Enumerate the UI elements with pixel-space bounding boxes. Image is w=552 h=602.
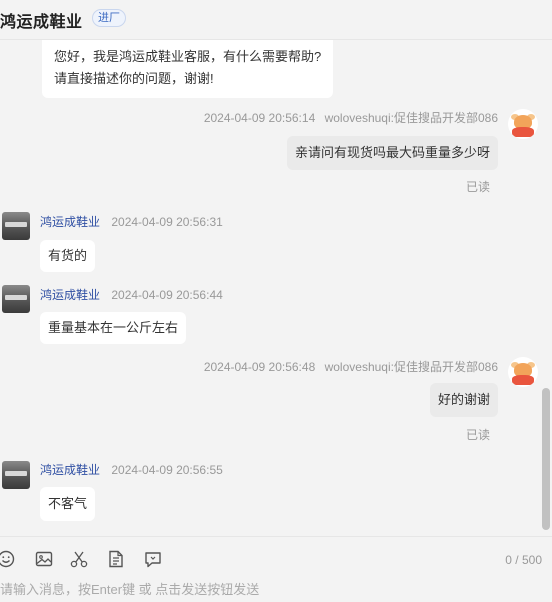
scrollbar-thumb[interactable] (542, 388, 550, 530)
char-counter: 0 / 500 (505, 553, 542, 567)
message-bubble-shop: 有货的 (40, 240, 96, 272)
message-sender: woloveshuqi:促佳搜品开发部086 (324, 360, 498, 374)
document-icon[interactable] (106, 549, 126, 569)
shop-avatar[interactable] (2, 212, 30, 240)
message-sender: woloveshuqi:促佳搜品开发部086 (324, 111, 498, 125)
message-list[interactable]: 您好，我是鸿运成鞋业客服，有什么需要帮助? 请直接描述你的问题，谢谢! 2024… (0, 40, 552, 535)
message-meta: 2024-04-09 20:56:14 woloveshuqi:促佳搜品开发部0… (204, 109, 498, 126)
message-input-area (0, 576, 552, 602)
message-meta: 鸿运成鞋业 2024-04-09 20:56:55 (40, 461, 223, 478)
message-timestamp: 2024-04-09 20:56:31 (111, 215, 223, 229)
message-bubble-shop: 不客气 (40, 487, 96, 521)
message-input[interactable] (0, 576, 540, 602)
message-bubble-shop: 重量基本在一公斤左右 (40, 312, 187, 344)
message-sender[interactable]: 鸿运成鞋业 (40, 215, 100, 229)
message-meta: 鸿运成鞋业 2024-04-09 20:56:31 (40, 213, 223, 230)
message-bubble-shop: 您好，我是鸿运成鞋业客服，有什么需要帮助? 请直接描述你的问题，谢谢! (42, 40, 334, 98)
message-meta: 鸿运成鞋业 2024-04-09 20:56:44 (40, 286, 223, 303)
message-meta: 2024-04-09 20:56:48 woloveshuqi:促佳搜品开发部0… (204, 358, 498, 375)
emoji-icon[interactable] (0, 549, 16, 569)
user-avatar[interactable] (508, 357, 538, 387)
message-timestamp: 2024-04-09 20:56:48 (203, 360, 316, 374)
shop-avatar[interactable] (2, 285, 30, 313)
chat-window: 鸿运成鞋业 进厂 您好，我是鸿运成鞋业客服，有什么需要帮助? 请直接描述你的问题… (0, 0, 552, 602)
shop-tag-badge[interactable]: 进厂 (92, 9, 126, 27)
scissors-icon[interactable] (69, 549, 89, 569)
message-line: 您好，我是鸿运成鞋业客服，有什么需要帮助? (54, 49, 322, 64)
message-timestamp: 2024-04-09 20:56:55 (111, 463, 223, 477)
shop-avatar[interactable] (2, 461, 30, 489)
quick-reply-icon[interactable] (143, 549, 163, 569)
read-status: 已读 (465, 428, 490, 442)
message-sender[interactable]: 鸿运成鞋业 (40, 288, 100, 302)
chat-header: 鸿运成鞋业 进厂 (0, 0, 552, 40)
input-toolbar: 0 / 500 (0, 536, 552, 576)
message-sender[interactable]: 鸿运成鞋业 (40, 463, 100, 477)
message-bubble-user: 好的谢谢 (429, 383, 498, 417)
message-timestamp: 2024-04-09 20:56:44 (111, 288, 223, 302)
message-bubble-user: 亲请问有现货吗最大码重量多少呀 (286, 136, 498, 170)
read-status: 已读 (465, 180, 490, 194)
shop-name[interactable]: 鸿运成鞋业 (0, 8, 83, 32)
message-line: 请直接描述你的问题，谢谢! (54, 71, 214, 86)
user-avatar[interactable] (508, 109, 538, 139)
image-icon[interactable] (34, 549, 54, 569)
message-timestamp: 2024-04-09 20:56:14 (203, 111, 316, 125)
